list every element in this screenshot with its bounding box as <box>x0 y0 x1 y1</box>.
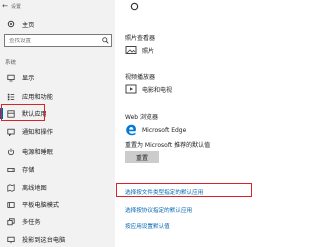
sidebar-item-power-sleep[interactable]: 电源和睡眠 <box>0 144 115 159</box>
sidebar-item-label: 多任务 <box>22 219 41 226</box>
circle-icon <box>130 2 139 14</box>
notifications-icon <box>0 128 22 136</box>
highlight-box-default-apps <box>1 104 45 121</box>
sidebar-item-storage[interactable]: 存储 <box>0 162 115 177</box>
sidebar-item-display[interactable]: 显示 <box>0 70 115 85</box>
offline-maps-icon <box>0 183 22 192</box>
search-box[interactable] <box>4 34 112 47</box>
photos-icon <box>125 44 137 56</box>
web-browser-app-name: Microsoft Edge <box>142 126 187 134</box>
window-title: 设置 <box>11 3 22 10</box>
reset-description: 重置为 Microsoft 推荐的默认值 <box>125 142 211 149</box>
content-pane: 照片查看器 照片 视频播放器 电影和电视 Web 浏览器 Microsoft E… <box>115 0 264 247</box>
link-choose-by-protocol[interactable]: 选择按协议指定的默认应用 <box>125 206 192 214</box>
reset-button[interactable]: 重置 <box>125 151 159 163</box>
sidebar-item-multitasking[interactable]: 多任务 <box>0 214 115 229</box>
video-player-heading: 视频播放器 <box>125 74 156 81</box>
photo-viewer-app-name: 照片 <box>142 47 155 55</box>
sidebar-item-label: 平板电脑模式 <box>22 202 60 209</box>
web-browser-heading: Web 浏览器 <box>125 114 158 121</box>
display-icon <box>0 74 22 82</box>
settings-sidebar: ← 设置 主页 系统 显示 应用和功能 默认应用 通知和操作 电源和睡眠 存储 <box>0 0 115 247</box>
web-browser-app-button[interactable]: Microsoft Edge <box>125 124 186 136</box>
sidebar-item-apps-features[interactable]: 应用和功能 <box>0 89 115 104</box>
search-icon[interactable] <box>99 37 111 44</box>
section-label: 系统 <box>5 60 17 66</box>
sidebar-item-offline-maps[interactable]: 离线地图 <box>0 180 115 195</box>
sidebar-item-label: 应用和功能 <box>22 94 53 101</box>
sidebar-item-label: 离线地图 <box>22 185 47 192</box>
tablet-mode-icon <box>0 201 22 209</box>
video-player-app-name: 电影和电视 <box>142 86 173 94</box>
sidebar-item-notifications[interactable]: 通知和操作 <box>0 124 115 139</box>
photo-viewer-app-button[interactable]: 照片 <box>125 44 154 56</box>
sidebar-item-label: 显示 <box>22 75 35 82</box>
sidebar-item-label: 电源和睡眠 <box>22 149 53 156</box>
project-icon <box>0 236 22 244</box>
power-icon <box>0 148 22 156</box>
movies-tv-icon <box>125 83 137 95</box>
home-nav-item[interactable]: 主页 <box>0 17 115 31</box>
video-player-app-button[interactable]: 电影和电视 <box>125 83 172 95</box>
home-label: 主页 <box>22 21 35 29</box>
sidebar-item-label: 通知和操作 <box>22 129 53 136</box>
storage-icon <box>0 166 22 174</box>
sidebar-item-project[interactable]: 投影到这台电脑 <box>0 232 115 247</box>
sidebar-item-label: 存储 <box>22 167 35 174</box>
search-input[interactable] <box>5 37 99 44</box>
multitasking-icon <box>0 217 22 226</box>
sidebar-item-tablet-mode[interactable]: 平板电脑模式 <box>0 197 115 212</box>
photo-viewer-heading: 照片查看器 <box>125 35 156 42</box>
back-icon[interactable]: ← <box>0 2 10 10</box>
link-set-defaults-by-app[interactable]: 按应用设置默认值 <box>125 222 170 230</box>
highlight-box-file-type-link <box>116 183 252 197</box>
sidebar-item-label: 投影到这台电脑 <box>22 237 66 244</box>
gear-icon <box>0 20 22 28</box>
apps-list-icon <box>0 93 22 101</box>
edge-icon <box>125 124 137 136</box>
title-bar: ← 设置 <box>0 0 21 12</box>
